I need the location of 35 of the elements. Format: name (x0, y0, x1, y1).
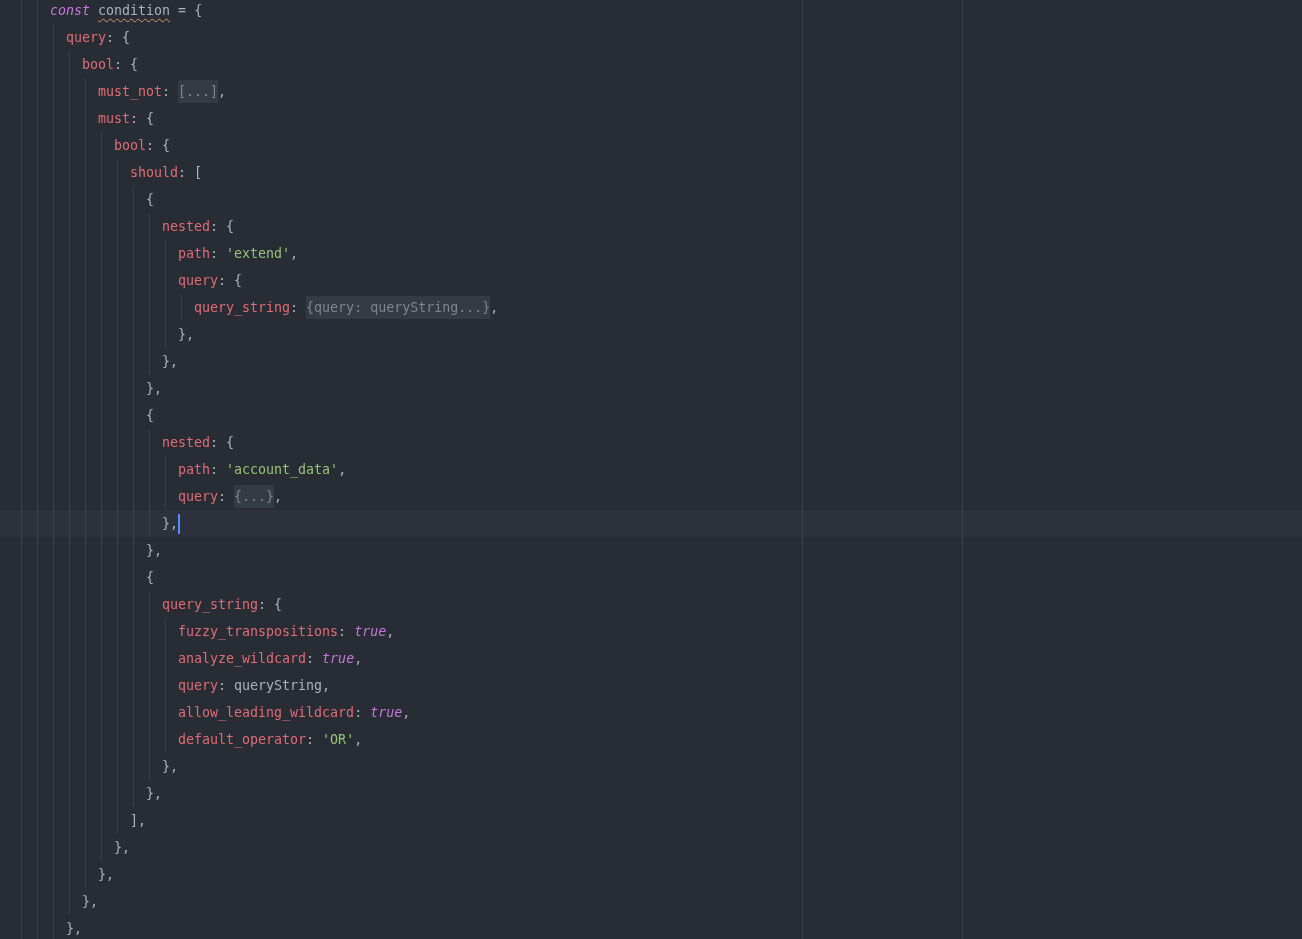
text-cursor (178, 513, 180, 534)
code-line: query_string: { (162, 595, 283, 614)
code-line: }, (146, 541, 162, 560)
code-line: }, (162, 352, 178, 371)
code-line: }, (178, 325, 194, 344)
code-line: path: 'extend', (178, 244, 299, 263)
code-line: { (146, 190, 154, 209)
code-line: query: { (66, 28, 131, 47)
code-line: }, (162, 514, 178, 533)
code-line: { (146, 568, 154, 587)
code-line: const condition = { (50, 1, 203, 20)
code-line: query: { (178, 271, 243, 290)
code-line: default_operator: 'OR', (178, 730, 363, 749)
code-line: }, (114, 838, 130, 857)
code-line: { (146, 406, 154, 425)
code-line: analyze_wildcard: true, (178, 649, 363, 668)
code-line: fuzzy_transpositions: true, (178, 622, 395, 641)
code-line: allow_leading_wildcard: true, (178, 703, 411, 722)
code-line: ], (130, 811, 146, 830)
code-line: nested: { (162, 433, 235, 452)
code-line: }, (146, 784, 162, 803)
code-line: }, (98, 865, 114, 884)
code-line: }, (82, 892, 98, 911)
code-line: }, (146, 379, 162, 398)
code-line: path: 'account_data', (178, 460, 347, 479)
code-line: should: [ (130, 163, 203, 182)
code-line: must: { (98, 109, 155, 128)
code-line: }, (66, 919, 82, 938)
code-line: query: queryString, (178, 676, 331, 695)
code-line: must_not: [...], (98, 82, 227, 101)
code-line: }, (162, 757, 178, 776)
code-line: nested: { (162, 217, 235, 236)
code-line: bool: { (114, 136, 171, 155)
code-line: bool: { (82, 55, 139, 74)
code-line: query: {...}, (178, 487, 283, 506)
